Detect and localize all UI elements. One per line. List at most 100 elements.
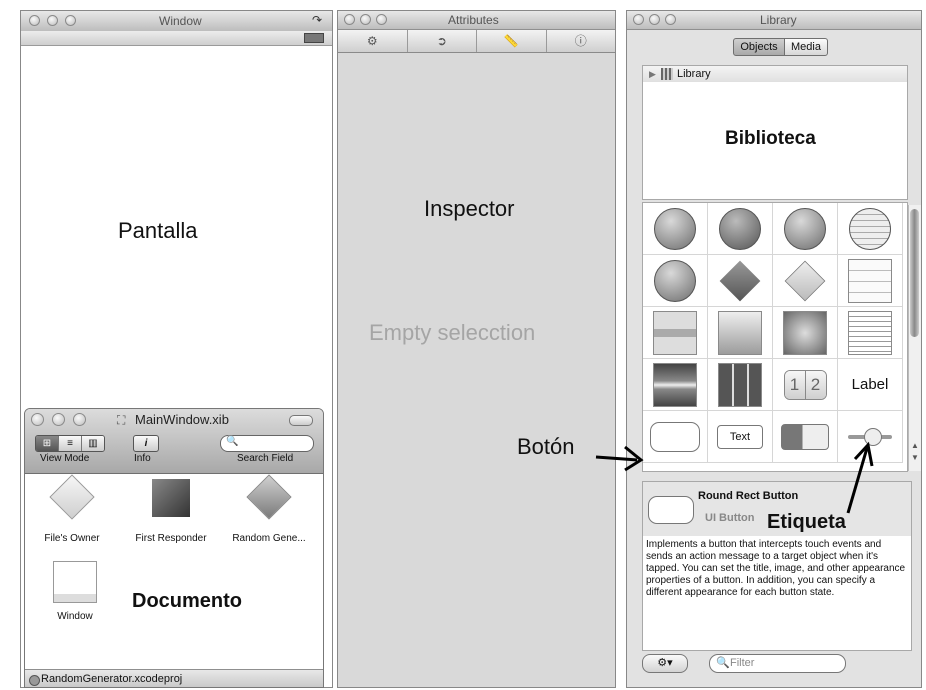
document-statusbar: RandomGenerator.xcodeproj — [25, 669, 323, 687]
info-label: Info — [134, 453, 151, 464]
view-controller-icon — [654, 207, 696, 250]
close-button[interactable] — [344, 14, 355, 25]
slider-item[interactable] — [838, 411, 903, 463]
navigation-controller-icon — [784, 207, 826, 250]
scroll-thumb[interactable] — [910, 209, 919, 337]
document-item-window[interactable]: Window — [39, 561, 111, 629]
tab-info[interactable]: ⓘ — [547, 30, 616, 52]
segment-1-text: 1 — [784, 370, 806, 399]
detail-class: UI Button — [705, 512, 755, 524]
table-view-controller-item[interactable] — [838, 203, 903, 255]
column-view-icon[interactable]: ▥ — [81, 436, 104, 451]
zoom-button[interactable] — [73, 413, 86, 426]
battery-icon — [304, 33, 324, 43]
segment-2-text: 2 — [805, 370, 826, 399]
image-view-item[interactable] — [708, 307, 773, 359]
minimize-button[interactable] — [649, 14, 660, 25]
close-button[interactable] — [29, 15, 40, 26]
document-title: MainWindow.xib — [135, 412, 229, 427]
zoom-button[interactable] — [376, 14, 387, 25]
toolbar-toggle-button[interactable] — [289, 415, 313, 426]
list-view-icon[interactable]: ≡ — [58, 436, 81, 451]
label-item[interactable]: Label — [838, 359, 903, 411]
label-text: Label — [851, 376, 889, 393]
document-item-random-generator[interactable]: Random Gene... — [223, 474, 315, 551]
info-icon: i — [144, 438, 148, 449]
detail-name: Round Rect Button — [698, 490, 799, 502]
minimize-button[interactable] — [52, 413, 65, 426]
navigation-controller-item[interactable] — [773, 203, 838, 255]
search-field[interactable]: 🔍 — [220, 435, 314, 452]
document-area-label: Documento — [132, 590, 242, 612]
external-object-item[interactable] — [773, 255, 838, 307]
window-statusbar — [21, 31, 332, 46]
library-tree-item[interactable]: ▶ Library — [643, 66, 907, 82]
zoom-button[interactable] — [665, 14, 676, 25]
inspector-titlebar[interactable]: Attributes — [338, 11, 615, 30]
document-item-files-owner[interactable]: File's Owner — [27, 474, 117, 551]
item-label: Window — [57, 611, 93, 622]
switch-item[interactable] — [773, 411, 838, 463]
grid-scrollbar[interactable]: ▲ ▼ — [908, 205, 921, 471]
info-button[interactable]: i — [133, 435, 159, 452]
close-button[interactable] — [31, 413, 44, 426]
inspector-heading: Inspector — [424, 196, 515, 221]
cube-icon — [246, 474, 292, 520]
filter-field[interactable]: 🔍 Filter — [709, 654, 846, 673]
annotation-etiqueta: Etiqueta — [767, 511, 846, 533]
detail-description: Implements a button that intercepts touc… — [646, 539, 906, 598]
view-controller-item[interactable] — [643, 203, 708, 255]
close-button[interactable] — [633, 14, 644, 25]
image-picker-icon — [654, 259, 696, 302]
empty-selection-text: Empty selecction — [369, 320, 536, 345]
gear-icon: ⚙▾ — [657, 657, 673, 669]
round-rect-button-preview — [648, 496, 694, 524]
minimize-button[interactable] — [47, 15, 58, 26]
tab-bar-controller-item[interactable] — [708, 203, 773, 255]
action-menu-button[interactable]: ⚙▾ — [642, 654, 688, 673]
text-view-item[interactable] — [838, 307, 903, 359]
view-mode-label: View Mode — [40, 453, 90, 464]
window-titlebar[interactable]: Window ↷ — [21, 11, 332, 32]
transparent-cube-icon — [49, 474, 95, 520]
scroll-up-icon[interactable]: ▲ — [911, 441, 919, 450]
project-icon — [29, 675, 40, 686]
tab-size[interactable]: 📏 — [477, 30, 547, 52]
disclosure-triangle-icon[interactable]: ▶ — [649, 66, 656, 82]
object-item[interactable] — [708, 255, 773, 307]
connections-icon: ➲ — [436, 34, 447, 48]
document-titlebar[interactable]: ⛶ MainWindow.xib ⊞ ≡ ▥ View Mode i Info … — [25, 409, 323, 474]
library-titlebar[interactable]: Library — [627, 11, 921, 30]
table-view-item[interactable] — [838, 255, 903, 307]
text-field-item[interactable]: Text — [708, 411, 773, 463]
segmented-control-item[interactable]: 1 2 — [773, 359, 838, 411]
image-view-icon — [718, 310, 762, 355]
document-item-first-responder[interactable]: First Responder — [121, 479, 221, 549]
web-view-item[interactable] — [773, 307, 838, 359]
tab-connections[interactable]: ➲ — [408, 30, 477, 52]
icon-view-icon[interactable]: ⊞ — [36, 436, 58, 451]
image-picker-controller-item[interactable] — [643, 255, 708, 307]
view-icon — [653, 310, 697, 355]
view-item[interactable] — [643, 307, 708, 359]
web-view-icon — [783, 310, 827, 355]
scroll-down-icon[interactable]: ▼ — [911, 453, 919, 462]
filter-placeholder: Filter — [730, 657, 755, 669]
tab-objects[interactable]: Objects — [733, 38, 785, 56]
picker-view-item[interactable] — [643, 359, 708, 411]
rotate-icon[interactable]: ↷ — [312, 13, 322, 27]
date-picker-item[interactable] — [708, 359, 773, 411]
info-icon: ⓘ — [574, 34, 587, 48]
tab-media[interactable]: Media — [784, 38, 828, 56]
view-mode-control[interactable]: ⊞ ≡ ▥ — [35, 435, 105, 452]
item-label: First Responder — [135, 533, 207, 544]
screen-label: Pantalla — [118, 218, 198, 243]
minimize-button[interactable] — [360, 14, 371, 25]
slider-icon — [848, 427, 892, 446]
tab-identity[interactable]: ⚙ — [338, 30, 408, 52]
zoom-button[interactable] — [65, 15, 76, 26]
picker-view-icon — [653, 362, 697, 407]
round-rect-button-item[interactable] — [643, 411, 708, 463]
library-area-label: Biblioteca — [725, 128, 816, 149]
text-field-icon: Text — [717, 424, 763, 449]
